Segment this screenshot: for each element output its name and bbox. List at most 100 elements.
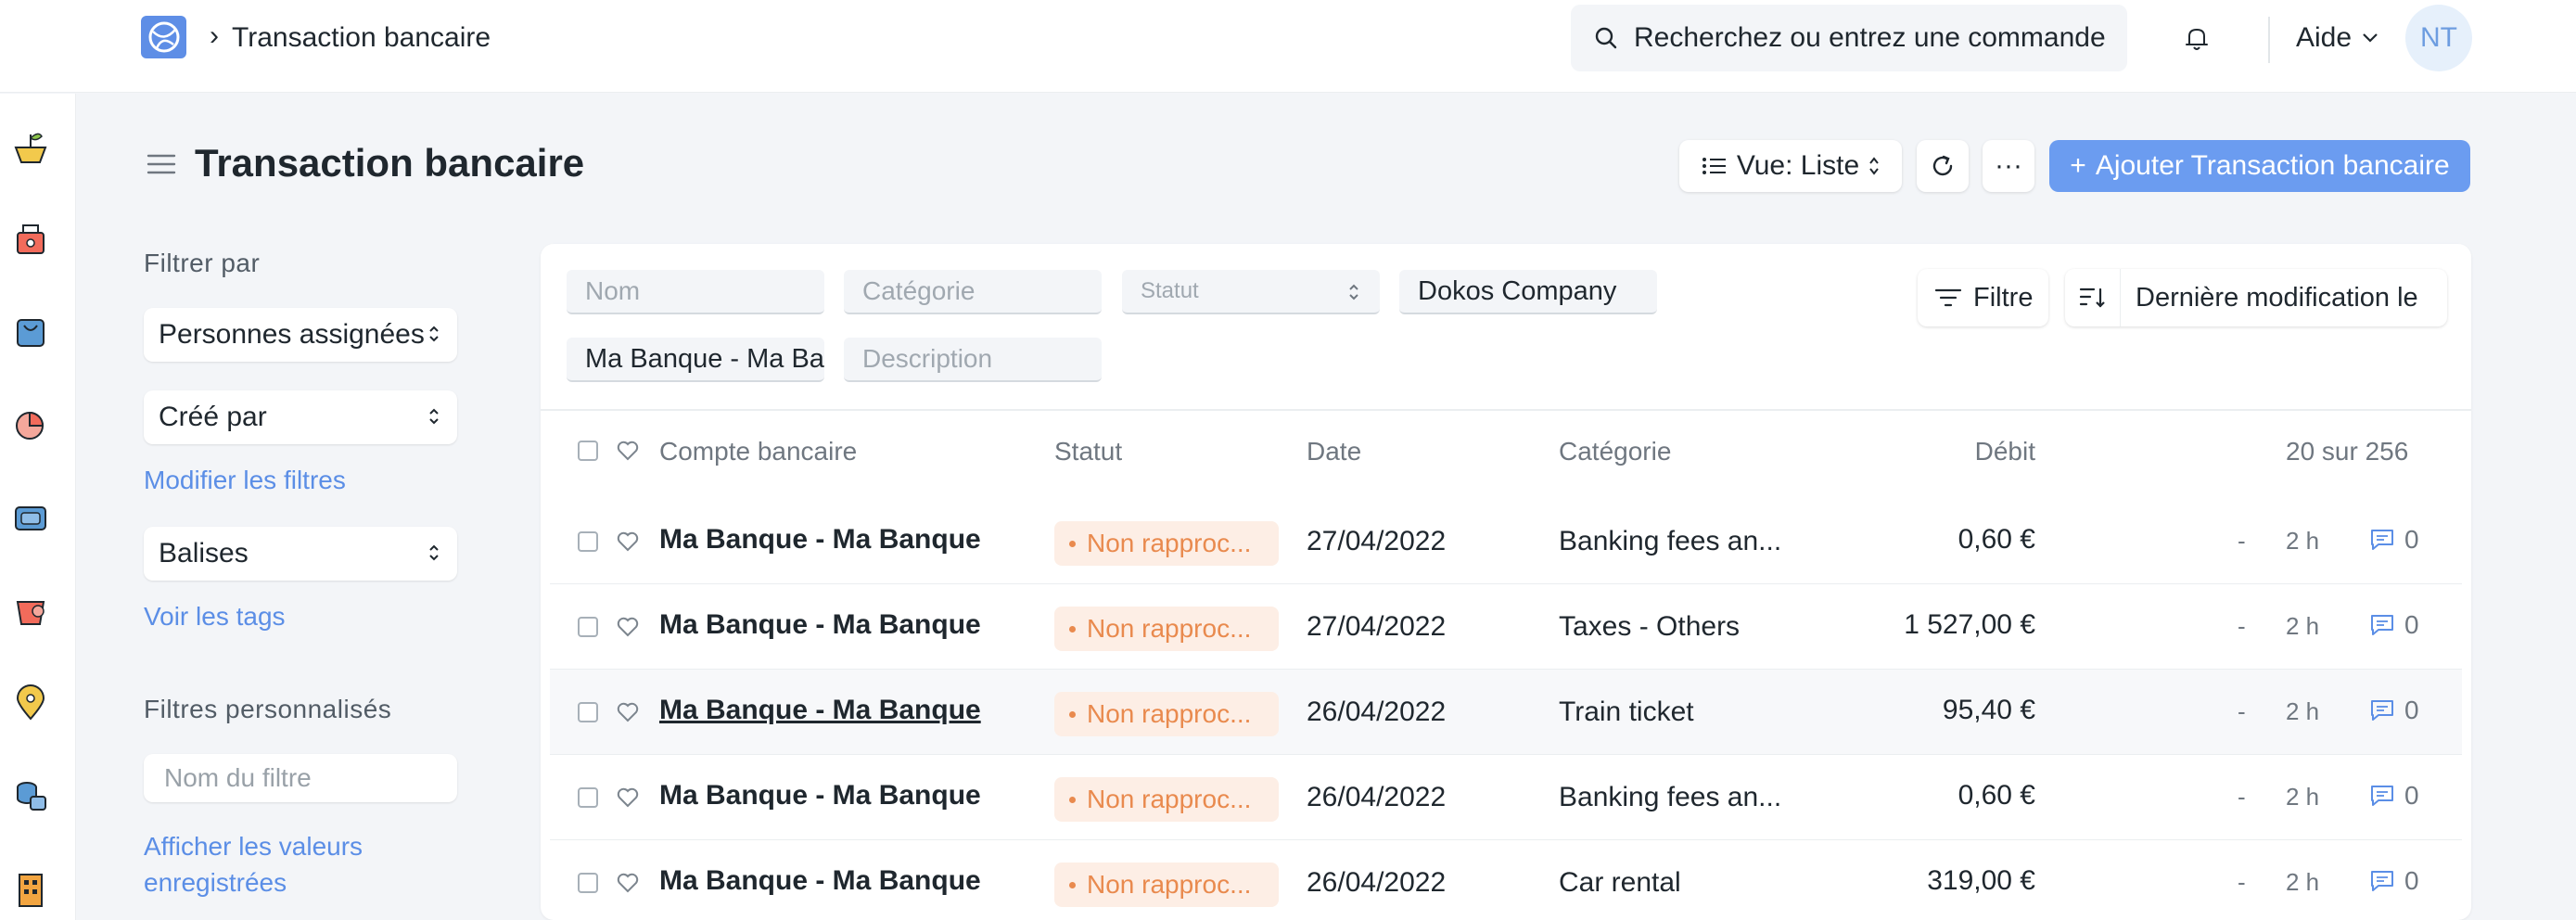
breadcrumb-chevron-icon: › — [210, 20, 219, 51]
shopping-bag-icon[interactable] — [12, 311, 49, 351]
heart-icon[interactable] — [616, 786, 640, 809]
app-logo-icon[interactable] — [141, 16, 186, 58]
table-row[interactable]: Ma Banque - Ma Banque Non rapproc... 27/04… — [550, 499, 2462, 584]
status-text: Non rapproc... — [1087, 529, 1252, 557]
database-icon[interactable] — [12, 774, 49, 815]
list-card: Nom Catégorie Statut Dokos Company Ma Ba… — [541, 244, 2471, 920]
row-checkbox[interactable] — [578, 702, 598, 722]
navbar-divider — [2268, 17, 2270, 63]
comment-count: 0 — [2404, 866, 2419, 895]
heart-icon[interactable] — [616, 872, 640, 894]
row-account[interactable]: Ma Banque - Ma Banque — [659, 524, 981, 556]
module-rail — [0, 94, 76, 920]
row-account[interactable]: Ma Banque - Ma Banque — [659, 695, 981, 726]
row-comments[interactable]: 0 — [2369, 781, 2419, 811]
view-switcher-button[interactable]: Vue: Liste — [1679, 140, 1902, 192]
created-by-select[interactable]: Créé par — [144, 390, 457, 444]
show-saved-link-line2[interactable]: enregistrées — [144, 864, 287, 901]
chevron-down-icon — [2363, 33, 2378, 43]
row-date: 27/04/2022 — [1307, 611, 1447, 642]
row-date: 26/04/2022 — [1307, 696, 1447, 727]
filter-name-input[interactable]: Nom du filtre — [144, 754, 457, 802]
breadcrumb[interactable]: Transaction bancaire — [232, 22, 491, 54]
heart-icon[interactable] — [616, 530, 640, 553]
table-row[interactable]: Ma Banque - Ma Banque Non rapproc... 26/04… — [550, 755, 2462, 840]
status-text: Non rapproc... — [1087, 614, 1252, 643]
row-dash: - — [2238, 612, 2246, 640]
status-badge: Non rapproc... — [1054, 862, 1279, 907]
row-account[interactable]: Ma Banque - Ma Banque — [659, 609, 981, 641]
search-icon — [1595, 27, 1617, 49]
show-saved-link-line1[interactable]: Afficher les valeurs — [144, 828, 363, 865]
row-category: Train ticket — [1559, 696, 1694, 727]
assigned-to-select[interactable]: Personnes assignées — [144, 308, 457, 362]
updown-chevron-icon — [1869, 157, 1879, 175]
show-tags-link[interactable]: Voir les tags — [144, 598, 286, 635]
status-text: Non rapproc... — [1087, 870, 1252, 899]
row-dash: - — [2238, 783, 2246, 811]
more-icon: ··· — [1995, 150, 2022, 181]
pie-chart-icon[interactable] — [12, 403, 49, 444]
row-account[interactable]: Ma Banque - Ma Banque — [659, 865, 981, 897]
status-text: Non rapproc... — [1087, 699, 1252, 728]
building-icon[interactable] — [12, 867, 49, 908]
row-modified-time: 2 h — [2286, 527, 2320, 555]
refresh-button[interactable] — [1917, 140, 1969, 192]
bell-icon[interactable] — [2181, 22, 2213, 54]
row-category: Car rental — [1559, 867, 1681, 898]
status-badge: Non rapproc... — [1054, 521, 1279, 566]
row-debit: 1 527,00 € — [1904, 609, 2035, 640]
add-transaction-button[interactable]: + Ajouter Transaction bancaire — [2049, 140, 2470, 192]
row-checkbox[interactable] — [578, 531, 598, 552]
status-badge: Non rapproc... — [1054, 777, 1279, 822]
table-row[interactable]: Ma Banque - Ma Banque Non rapproc... 26/04… — [550, 840, 2462, 920]
row-checkbox[interactable] — [578, 873, 598, 893]
row-modified-time: 2 h — [2286, 868, 2320, 896]
row-dash: - — [2238, 868, 2246, 896]
edit-filters-link[interactable]: Modifier les filtres — [144, 462, 346, 499]
row-date: 26/04/2022 — [1307, 867, 1447, 898]
page-title: Transaction bancaire — [195, 141, 585, 185]
comment-icon — [2371, 786, 2393, 806]
row-category: Banking fees an... — [1559, 526, 1782, 556]
help-menu[interactable]: Aide — [2296, 22, 2379, 54]
comment-count: 0 — [2404, 696, 2419, 724]
sidebar-toggle-icon[interactable] — [147, 151, 176, 177]
row-account[interactable]: Ma Banque - Ma Banque — [659, 780, 981, 811]
plant-icon[interactable] — [12, 125, 49, 166]
wallet-icon[interactable] — [12, 496, 49, 537]
status-dot — [1069, 881, 1076, 888]
row-date: 27/04/2022 — [1307, 526, 1447, 556]
row-comments[interactable]: 0 — [2369, 696, 2419, 725]
row-checkbox[interactable] — [578, 787, 598, 808]
custom-filters-heading: Filtres personnalisés — [144, 695, 392, 723]
tags-label: Balises — [159, 538, 249, 569]
table-row[interactable]: Ma Banque - Ma Banque Non rapproc... 27/04… — [550, 584, 2462, 670]
comment-icon — [2371, 530, 2393, 550]
row-comments[interactable]: 0 — [2369, 866, 2419, 896]
help-label: Aide — [2296, 22, 2353, 53]
row-checkbox[interactable] — [578, 617, 598, 637]
sales-icon[interactable] — [12, 589, 49, 630]
created-by-label: Créé par — [159, 402, 267, 432]
more-actions-button[interactable]: ··· — [1983, 140, 2034, 192]
refresh-icon — [1932, 155, 1953, 176]
row-debit: 0,60 € — [1958, 780, 2035, 811]
top-navbar: › Transaction bancaire Recherchez ou ent… — [0, 0, 2576, 93]
list-icon — [1702, 158, 1726, 174]
map-pin-icon[interactable] — [12, 682, 49, 722]
avatar[interactable]: NT — [2405, 5, 2472, 71]
table-row[interactable]: Ma Banque - Ma Banque Non rapproc... 26/04… — [550, 670, 2462, 755]
filter-by-heading: Filtrer par — [144, 249, 261, 277]
tags-select[interactable]: Balises — [144, 527, 457, 581]
search-bar[interactable]: Recherchez ou entrez une commande — [1571, 5, 2127, 71]
row-comments[interactable]: 0 — [2369, 525, 2419, 555]
cash-register-icon[interactable] — [12, 218, 49, 259]
row-modified-time: 2 h — [2286, 612, 2320, 640]
row-debit: 319,00 € — [1927, 865, 2035, 896]
heart-icon[interactable] — [616, 616, 640, 638]
row-comments[interactable]: 0 — [2369, 610, 2419, 640]
comment-count: 0 — [2404, 525, 2419, 554]
row-dash: - — [2238, 527, 2246, 555]
heart-icon[interactable] — [616, 701, 640, 723]
